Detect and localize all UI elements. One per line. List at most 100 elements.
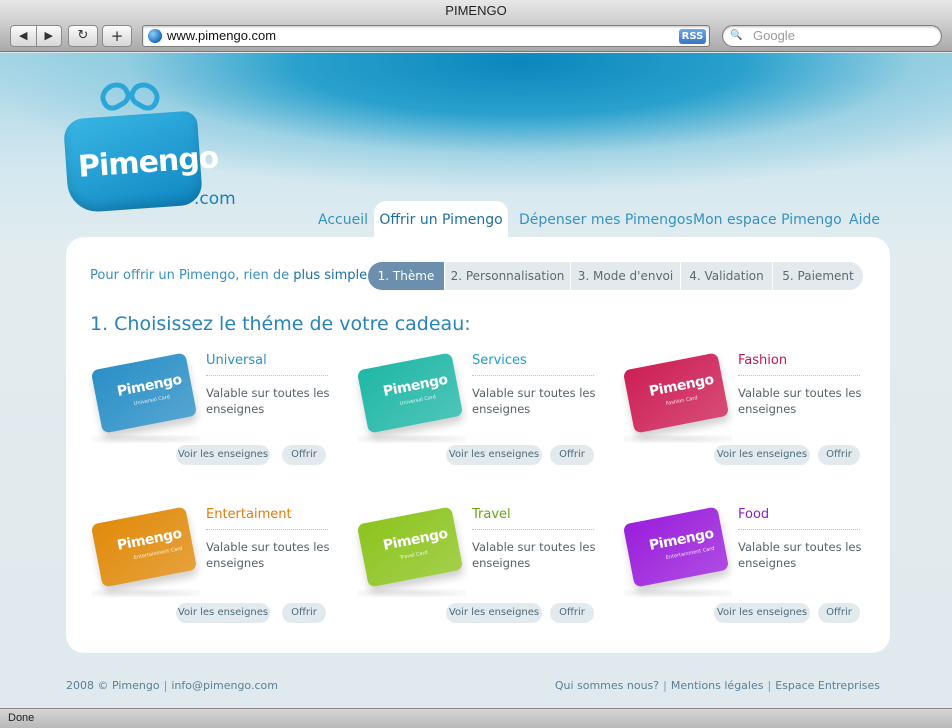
- view-stores-button[interactable]: Voir les enseignes: [446, 603, 542, 623]
- page-content: Pimengo .com Accueil Offrir un Pimengo D…: [0, 53, 952, 707]
- card-shadow: [624, 589, 732, 597]
- forward-button[interactable]: ▶: [37, 26, 62, 46]
- theme-title[interactable]: Fashion: [738, 353, 787, 368]
- card-shadow: [624, 435, 732, 443]
- search-field[interactable]: 🔍 Google: [722, 25, 942, 47]
- search-icon: 🔍: [730, 30, 743, 41]
- status-bar: Done: [0, 708, 952, 728]
- theme-description: Valable sur toutes les enseignes: [206, 386, 330, 416]
- view-stores-button[interactable]: Voir les enseignes: [714, 603, 810, 623]
- gift-card-image[interactable]: Pimengo Universal Card: [90, 352, 198, 434]
- step-theme[interactable]: 1. Thème: [368, 262, 444, 290]
- divider: [472, 529, 594, 530]
- globe-icon: [148, 29, 162, 43]
- plus-icon: +: [110, 27, 124, 45]
- theme-title[interactable]: Food: [738, 507, 769, 522]
- divider: [738, 529, 860, 530]
- offer-button[interactable]: Offrir: [282, 445, 326, 465]
- nav-tab-depenser[interactable]: Dépenser mes Pimengos: [519, 201, 693, 239]
- theme-card-services: Pimengo Universal Card Services Valable …: [354, 351, 596, 473]
- reload-icon: ↻: [77, 28, 89, 43]
- gift-card-image[interactable]: Pimengo Entertainment Card: [622, 506, 730, 588]
- step-validation[interactable]: 4. Validation: [680, 262, 772, 290]
- offer-button[interactable]: Offrir: [550, 603, 594, 623]
- gift-card-brand: Pimengo: [115, 371, 183, 400]
- divider: [738, 375, 860, 376]
- card-shadow: [92, 435, 200, 443]
- step-mode-envoi[interactable]: 3. Mode d'envoi: [570, 262, 680, 290]
- footer-link-about[interactable]: Qui sommes nous?: [555, 679, 659, 692]
- nav-tab-accueil[interactable]: Accueil: [318, 201, 368, 239]
- section-heading: 1. Choisissez le théme de votre cadeau:: [90, 313, 471, 335]
- gift-card-brand: Pimengo: [381, 525, 449, 554]
- add-bookmark-button[interactable]: +: [102, 25, 132, 47]
- copyright: 2008 © Pimengo: [66, 679, 160, 692]
- reload-button[interactable]: ↻: [68, 25, 98, 47]
- content-panel: Pour offrir un Pimengo, rien de plus sim…: [66, 237, 890, 653]
- offer-button[interactable]: Offrir: [282, 603, 326, 623]
- separator: |: [663, 679, 667, 692]
- step-progress: 1. Thème 2. Personnalisation 3. Mode d'e…: [368, 262, 863, 290]
- step-personnalisation[interactable]: 2. Personnalisation: [444, 262, 570, 290]
- gift-card-sub: Travel Card: [399, 549, 429, 562]
- separator: |: [767, 679, 772, 692]
- back-forward-buttons: ◀ ▶: [10, 25, 62, 47]
- url-text: www.pimengo.com: [167, 28, 277, 43]
- divider: [206, 375, 328, 376]
- search-placeholder: Google: [753, 28, 795, 43]
- theme-card-entertaiment: Pimengo Entertainment Card Entertaiment …: [88, 505, 330, 627]
- theme-card-fashion: Pimengo Fashion Card Fashion Valable sur…: [620, 351, 862, 473]
- nav-tab-aide[interactable]: Aide: [849, 201, 880, 239]
- footer-link-legal[interactable]: Mentions légales: [671, 679, 764, 692]
- footer-links: Qui sommes nous? | Mentions légales | Espace…: [555, 679, 880, 692]
- rss-button[interactable]: RSS: [679, 29, 706, 44]
- contact-email-link[interactable]: info@pimengo.com: [171, 679, 278, 692]
- card-shadow: [358, 589, 466, 597]
- offer-button[interactable]: Offrir: [818, 603, 860, 623]
- pimengo-logo[interactable]: Pimengo .com: [62, 77, 242, 219]
- steps-intro: Pour offrir un Pimengo, rien de plus sim…: [90, 268, 372, 283]
- address-bar[interactable]: www.pimengo.com RSS: [142, 25, 710, 47]
- gift-card-sub: Fashion Card: [665, 395, 699, 408]
- theme-description: Valable sur toutes les enseignes: [472, 540, 596, 570]
- view-stores-button[interactable]: Voir les enseignes: [446, 445, 542, 465]
- theme-card-travel: Pimengo Travel Card Travel Valable sur t…: [354, 505, 596, 627]
- view-stores-button[interactable]: Voir les enseignes: [176, 603, 270, 623]
- separator: |: [163, 679, 168, 692]
- window-title: PIMENGO: [0, 0, 952, 22]
- theme-title[interactable]: Entertaiment: [206, 507, 292, 522]
- steps-intro-text: Pour offrir un Pimengo, rien de: [90, 268, 294, 283]
- theme-title[interactable]: Travel: [472, 507, 511, 522]
- step-paiement[interactable]: 5. Paiement: [772, 262, 863, 290]
- divider: [206, 529, 328, 530]
- theme-title[interactable]: Universal: [206, 353, 267, 368]
- gift-card-image[interactable]: Pimengo Fashion Card: [622, 352, 730, 434]
- theme-title[interactable]: Services: [472, 353, 527, 368]
- main-navigation: Accueil Offrir un Pimengo Dépenser mes P…: [0, 201, 952, 239]
- gift-card-brand: Pimengo: [647, 371, 715, 400]
- gift-card-image[interactable]: Pimengo Entertainment Card: [90, 506, 198, 588]
- gift-card-brand: Pimengo: [381, 371, 449, 400]
- nav-tab-offrir[interactable]: Offrir un Pimengo: [374, 201, 508, 239]
- gift-card-sub: Universal Card: [133, 394, 171, 408]
- card-shadow: [92, 589, 200, 597]
- offer-button[interactable]: Offrir: [818, 445, 860, 465]
- theme-description: Valable sur toutes les enseignes: [738, 386, 862, 416]
- theme-description: Valable sur toutes les enseignes: [738, 540, 862, 570]
- theme-description: Valable sur toutes les enseignes: [472, 386, 596, 416]
- theme-description: Valable sur toutes les enseignes: [206, 540, 330, 570]
- offer-button[interactable]: Offrir: [550, 445, 594, 465]
- nav-tab-espace[interactable]: Mon espace Pimengo: [693, 201, 842, 239]
- theme-card-universal: Pimengo Universal Card Universal Valable…: [88, 351, 330, 473]
- footer-link-business[interactable]: Espace Entreprises: [775, 679, 880, 692]
- gift-card-image[interactable]: Pimengo Universal Card: [356, 352, 464, 434]
- theme-card-food: Pimengo Entertainment Card Food Valable …: [620, 505, 862, 627]
- back-button[interactable]: ◀: [11, 26, 36, 46]
- view-stores-button[interactable]: Voir les enseignes: [176, 445, 270, 465]
- gift-card-sub: Universal Card: [399, 394, 437, 408]
- divider: [472, 375, 594, 376]
- card-shadow: [358, 435, 466, 443]
- gift-card-image[interactable]: Pimengo Travel Card: [356, 506, 464, 588]
- view-stores-button[interactable]: Voir les enseignes: [714, 445, 810, 465]
- steps-intro-strong: plus simple:: [293, 268, 372, 283]
